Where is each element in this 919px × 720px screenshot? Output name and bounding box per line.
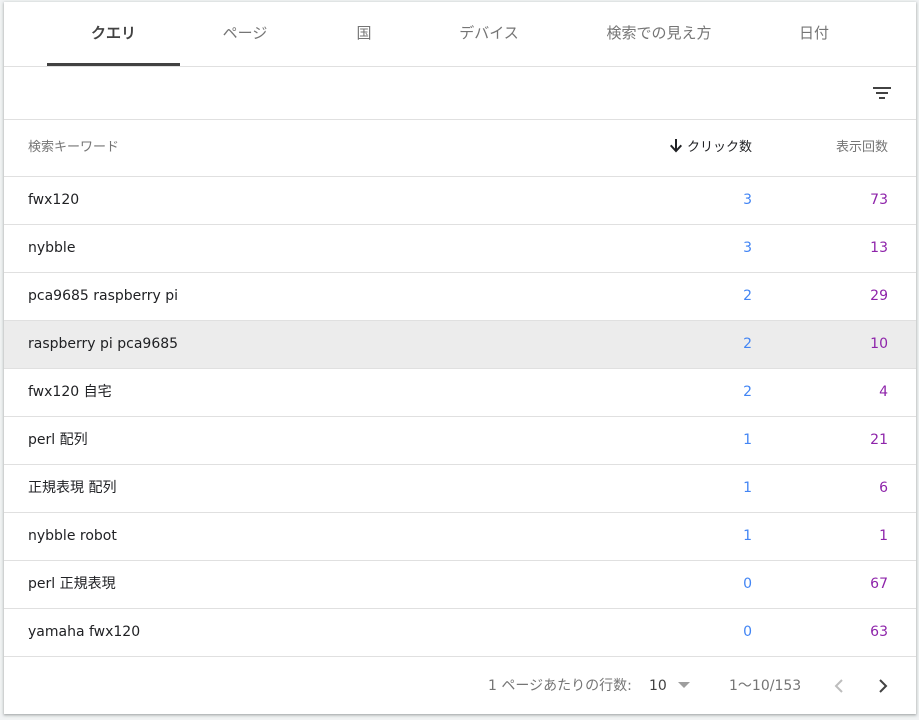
cell-impressions: 10 (870, 336, 888, 352)
tab-date[interactable]: 日付 (764, 2, 864, 66)
filter-list-icon (873, 87, 891, 99)
header-clicks-label: クリック数 (686, 140, 752, 155)
cell-impressions: 73 (870, 192, 888, 208)
table-row[interactable]: nybble 3 13 (4, 225, 916, 273)
tab-query[interactable]: クエリ (47, 2, 180, 66)
rows-per-page-label: 1 ページあたりの行数: (488, 678, 632, 694)
pagination-bar: 1 ページあたりの行数: 10 1〜10/153 (4, 658, 916, 714)
cell-clicks: 0 (743, 576, 752, 592)
chevron-left-icon (834, 679, 843, 693)
cell-clicks: 0 (743, 624, 752, 640)
cell-query: perl 正規表現 (28, 576, 116, 592)
cell-query: raspberry pi pca9685 (28, 336, 179, 352)
cell-impressions: 63 (870, 624, 888, 640)
table-row[interactable]: fwx120 自宅 2 4 (4, 369, 916, 417)
table-toolbar (4, 67, 916, 120)
filter-button[interactable] (866, 77, 898, 109)
arrow-down-icon (669, 139, 682, 153)
cell-query: yamaha fwx120 (28, 624, 141, 640)
table-row[interactable]: fwx120 3 73 (4, 177, 916, 225)
cell-impressions: 13 (870, 240, 888, 256)
performance-table-card: クエリ ページ 国 デバイス 検索での見え方 日付 検索キーワード クリック数 … (4, 2, 916, 714)
table-row[interactable]: perl 正規表現 0 67 (4, 561, 916, 609)
cell-clicks: 3 (743, 192, 752, 208)
header-query: 検索キーワード (28, 140, 120, 155)
cell-clicks: 2 (743, 288, 752, 304)
dimension-tabs: クエリ ページ 国 デバイス 検索での見え方 日付 (4, 2, 916, 67)
cell-impressions: 29 (870, 288, 888, 304)
tab-search-appearance[interactable]: 検索での見え方 (579, 2, 739, 66)
cell-clicks: 1 (743, 528, 752, 544)
table-row[interactable]: yamaha fwx120 0 63 (4, 609, 916, 657)
cell-clicks: 3 (743, 240, 752, 256)
table-row[interactable]: pca9685 raspberry pi 2 29 (4, 273, 916, 321)
cell-query: 正規表現 配列 (28, 480, 117, 496)
cell-impressions: 67 (870, 576, 888, 592)
cell-impressions: 21 (870, 432, 888, 448)
table-body: fwx120 3 73 nybble 3 13 pca9685 raspberr… (4, 177, 916, 657)
table-row[interactable]: 正規表現 配列 1 6 (4, 465, 916, 513)
cell-impressions: 4 (879, 384, 888, 400)
page-range: 1〜10/153 (729, 678, 802, 694)
header-impressions[interactable]: 表示回数 (836, 120, 888, 176)
table-row[interactable]: perl 配列 1 21 (4, 417, 916, 465)
rows-per-page-select[interactable]: 10 (649, 658, 667, 714)
cell-query: nybble (28, 240, 76, 256)
table-row-hovered[interactable]: raspberry pi pca9685 2 10 (4, 321, 916, 369)
table-header: 検索キーワード クリック数 表示回数 (4, 120, 916, 177)
dropdown-caret-icon[interactable] (678, 682, 690, 688)
active-tab-indicator (47, 63, 180, 66)
cell-clicks: 1 (743, 432, 752, 448)
cell-impressions: 1 (879, 528, 888, 544)
cell-query: fwx120 (28, 192, 80, 208)
cell-query: fwx120 自宅 (28, 384, 112, 400)
next-page-button[interactable] (871, 674, 895, 698)
tab-page[interactable]: ページ (190, 2, 300, 66)
table-row[interactable]: nybble robot 1 1 (4, 513, 916, 561)
tab-device[interactable]: デバイス (424, 2, 554, 66)
tab-country[interactable]: 国 (314, 2, 414, 66)
cell-query: pca9685 raspberry pi (28, 288, 179, 304)
chevron-right-icon (879, 679, 888, 693)
cell-clicks: 1 (743, 480, 752, 496)
cell-clicks: 2 (743, 336, 752, 352)
cell-query: perl 配列 (28, 432, 88, 448)
cell-clicks: 2 (743, 384, 752, 400)
prev-page-button[interactable] (828, 674, 852, 698)
cell-impressions: 6 (879, 480, 888, 496)
header-clicks[interactable]: クリック数 (669, 120, 752, 176)
cell-query: nybble robot (28, 528, 117, 544)
